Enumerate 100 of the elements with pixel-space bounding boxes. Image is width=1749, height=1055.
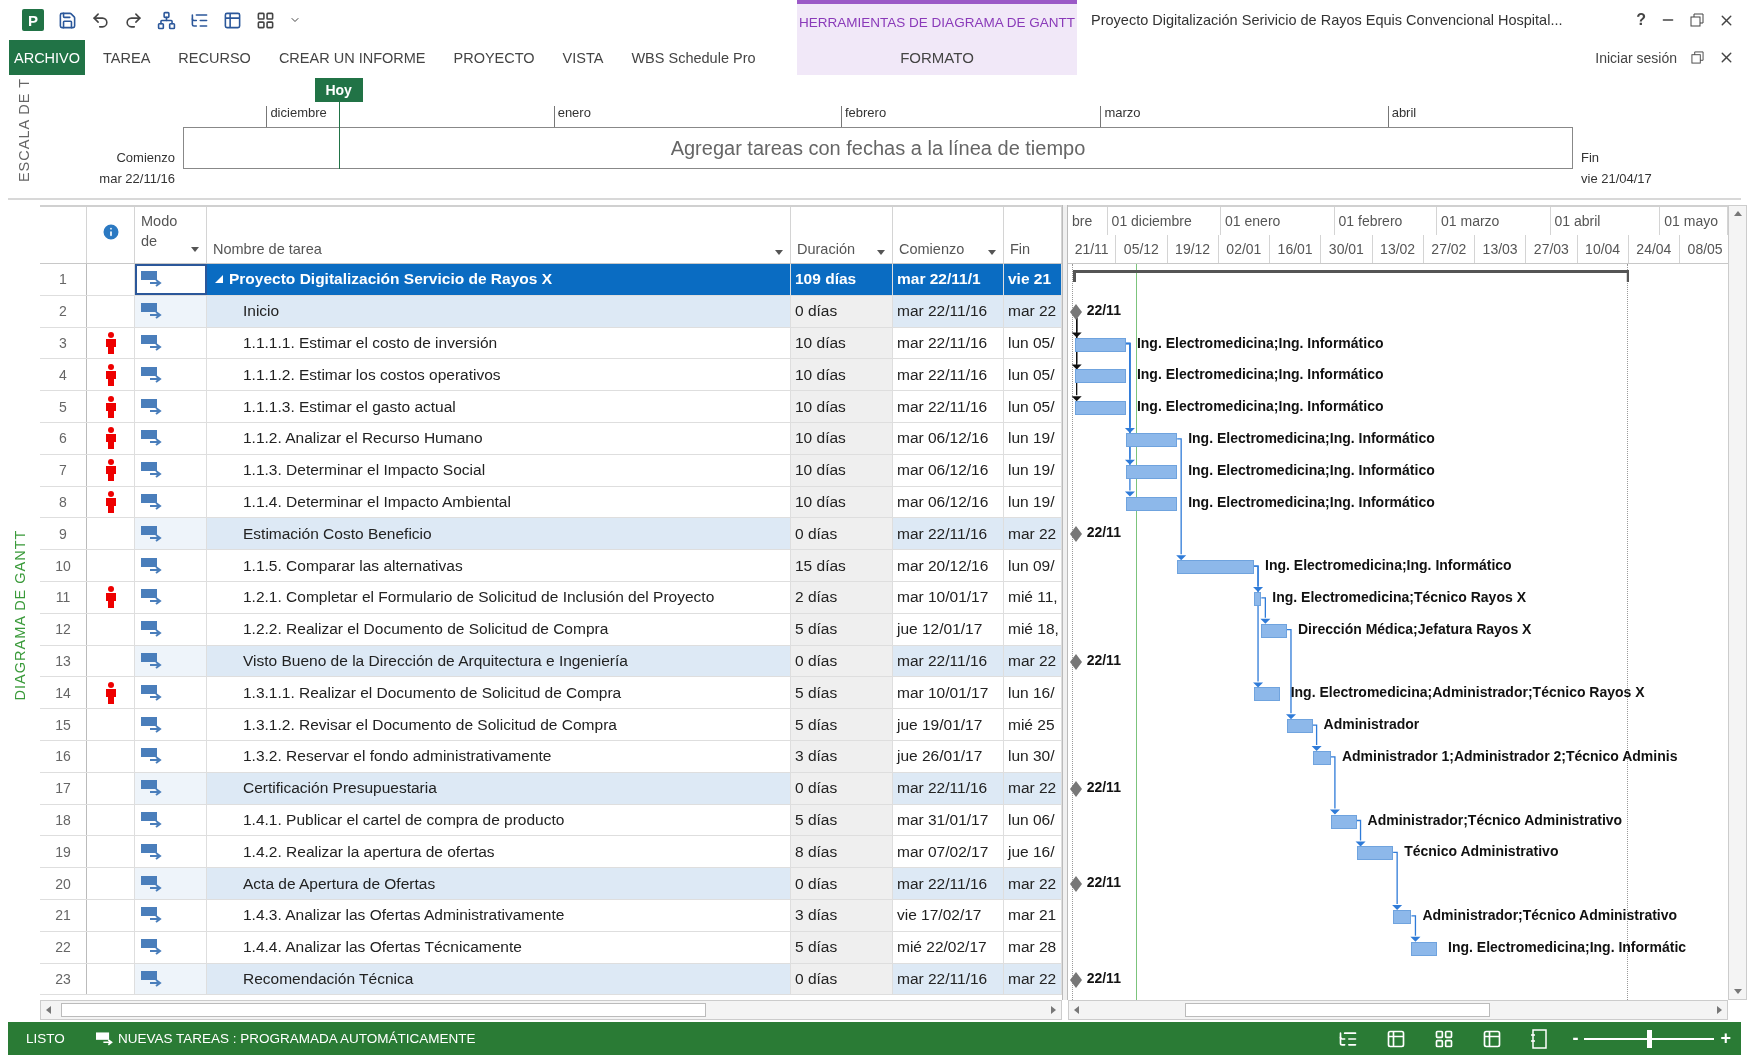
month-label: febrero <box>840 106 887 127</box>
task-name-cell[interactable]: Certificación Presupuestaria <box>207 772 791 804</box>
task-bar[interactable] <box>1312 751 1331 765</box>
task-mode-icon <box>141 747 163 766</box>
grid-icon[interactable] <box>256 10 275 30</box>
calendar-view-icon[interactable] <box>1386 1028 1407 1049</box>
help-button[interactable]: ? <box>1636 11 1646 29</box>
save-icon[interactable] <box>58 10 77 30</box>
ribbon-tab[interactable]: CREAR UN INFORME <box>264 40 440 75</box>
table-icon[interactable] <box>223 10 242 30</box>
task-bar[interactable] <box>1286 719 1313 734</box>
horizontal-scrollbar[interactable] <box>40 1000 1062 1020</box>
timeline-bar[interactable]: Agregar tareas con fechas a la línea de tiempo <box>183 127 1573 169</box>
task-bar[interactable] <box>1074 369 1126 384</box>
sign-in-link[interactable]: Iniciar sesión <box>1595 49 1677 66</box>
ribbon-tab[interactable]: ARCHIVO <box>9 40 86 75</box>
zoom-out-button[interactable]: - <box>1572 1028 1579 1049</box>
ribbon-tab[interactable]: RECURSO <box>164 40 265 75</box>
task-mode-icon <box>141 302 163 321</box>
milestone-date-label: 22/11 <box>1086 651 1121 668</box>
task-bar[interactable] <box>1254 592 1262 606</box>
timescale-label: 01 diciembre <box>1111 213 1192 229</box>
task-mode-icon <box>141 620 163 639</box>
column-header[interactable]: Modo de <box>141 211 181 251</box>
scroll-right-arrow-icon[interactable] <box>1714 1005 1724 1015</box>
column-header[interactable]: Fin <box>1010 241 1031 257</box>
task-name-cell[interactable]: Visto Bueno de la Dirección de Arquitectura e Ingeniería <box>207 645 791 677</box>
column-header[interactable]: Duración <box>797 241 856 257</box>
column-header[interactable]: Comienzo <box>899 241 965 257</box>
timeline-start-date: mar 22/11/16 <box>99 171 175 186</box>
sheet-view-icon[interactable] <box>1482 1028 1503 1049</box>
zoom-slider-thumb[interactable] <box>1647 1029 1653 1048</box>
vertical-scrollbar[interactable] <box>1728 205 1747 1000</box>
task-bar[interactable] <box>1074 337 1126 352</box>
ribbon-tab[interactable]: PROYECTO <box>439 40 549 75</box>
report-view-icon[interactable] <box>1530 1028 1549 1049</box>
timescale-label: 08/05 <box>1687 241 1723 257</box>
restore-icon[interactable] <box>1690 13 1704 27</box>
task-bar[interactable] <box>1356 846 1394 861</box>
today-marker: Hoy <box>314 78 363 102</box>
dropdown-arrow-icon[interactable] <box>987 247 997 257</box>
task-mode-icon <box>141 588 163 607</box>
restore-icon[interactable] <box>1691 51 1704 64</box>
ribbon-tab[interactable]: WBS Schedule Pro <box>617 40 770 75</box>
task-mode-icon <box>141 556 163 575</box>
horizontal-scrollbar[interactable] <box>1068 1000 1728 1020</box>
duration-cell: 0 días <box>791 963 893 995</box>
ribbon-tab[interactable]: VISTA <box>548 40 618 75</box>
task-mode-icon <box>141 874 163 893</box>
task-bar[interactable] <box>1125 433 1178 447</box>
column-header[interactable]: Nombre de tarea <box>213 241 322 257</box>
milestone-date-label: 22/11 <box>1086 301 1121 318</box>
duration-cell: 10 días <box>791 391 893 422</box>
redo-icon[interactable] <box>124 10 143 30</box>
task-mode-icon[interactable] <box>96 1030 114 1047</box>
dropdown-arrow-icon[interactable] <box>774 247 784 257</box>
zoom-in-button[interactable]: + <box>1720 1028 1731 1049</box>
new-tasks-mode[interactable]: NUEVAS TAREAS : PROGRAMADA AUTOMÁTICAMENTE <box>118 1031 476 1046</box>
task-mode-icon <box>141 492 163 511</box>
task-bar[interactable] <box>1074 401 1126 416</box>
task-mode-icon <box>141 334 163 352</box>
task-bar[interactable] <box>1177 560 1255 575</box>
task-name-cell[interactable]: Recomendación Técnica <box>207 963 791 995</box>
dependency-arrow <box>1410 915 1421 942</box>
hierarchy-icon[interactable] <box>157 10 176 30</box>
task-bar[interactable] <box>1261 623 1287 638</box>
ribbon-tab[interactable]: FORMATO <box>797 40 1077 75</box>
duration-cell: 0 días <box>791 868 893 899</box>
task-bar[interactable] <box>1411 941 1438 956</box>
task-bar[interactable] <box>1330 814 1357 829</box>
start-cell: mar 22/11/16 <box>893 772 1004 804</box>
scroll-right-arrow-icon[interactable] <box>1048 1005 1058 1015</box>
task-mode-icon <box>141 842 163 861</box>
summary-bar[interactable] <box>1072 270 1630 284</box>
dropdown-arrow-icon[interactable] <box>190 244 200 254</box>
task-bar[interactable] <box>1125 464 1178 479</box>
task-name-cell[interactable]: Proyecto Digitalización Servicio de Rayos X <box>207 264 791 295</box>
scroll-down-arrow-icon[interactable] <box>1732 986 1743 996</box>
team-view-icon[interactable] <box>1434 1028 1455 1049</box>
task-name-cell[interactable]: Inicio <box>207 295 791 327</box>
dropdown-arrow-icon[interactable] <box>876 247 886 257</box>
ribbon-tab[interactable]: TAREA <box>89 40 165 75</box>
milestone-date-label: 22/11 <box>1086 969 1121 986</box>
task-name-cell[interactable]: Estimación Costo Beneficio <box>207 518 791 550</box>
resource-label: Ing. Electromedicina;Ing. Informático <box>1136 366 1384 383</box>
scroll-left-arrow-icon[interactable] <box>1072 1005 1082 1015</box>
duration-cell: 10 días <box>791 454 893 486</box>
person-icon <box>104 681 117 704</box>
task-bar[interactable] <box>1393 910 1412 924</box>
task-bar[interactable] <box>1254 687 1280 702</box>
undo-icon[interactable] <box>91 10 110 30</box>
timeline-start-caption: Comienzo <box>116 150 175 165</box>
scroll-up-arrow-icon[interactable] <box>1732 209 1743 219</box>
task-bar[interactable] <box>1125 496 1178 511</box>
collapse-icon[interactable] <box>215 275 223 284</box>
task-name-cell[interactable]: Acta de Apertura de Ofertas <box>207 868 791 899</box>
app-logo[interactable]: P <box>22 9 44 31</box>
scroll-left-arrow-icon[interactable] <box>44 1005 54 1015</box>
finish-cell: vie 21 <box>1004 264 1062 295</box>
start-cell: mar 22/11/16 <box>893 963 1004 995</box>
